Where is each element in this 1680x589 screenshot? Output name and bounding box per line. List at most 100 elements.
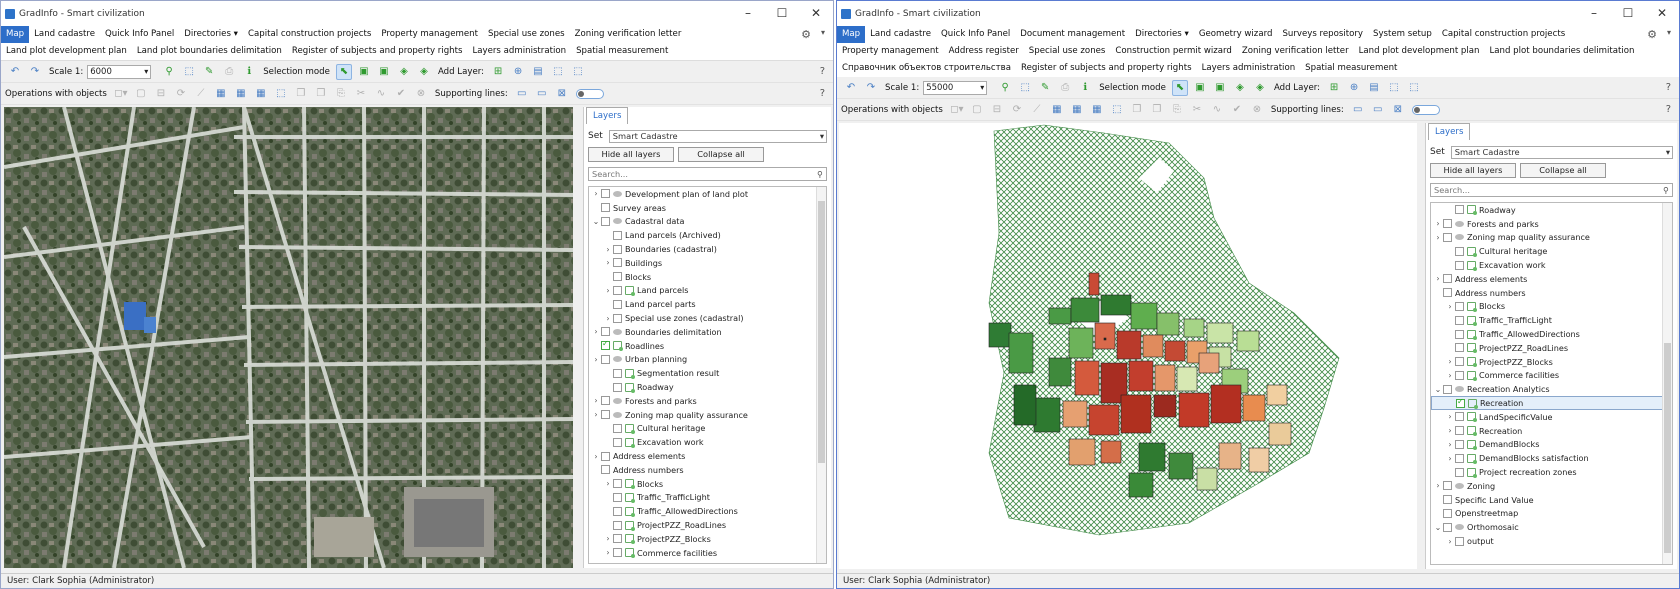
layer-visibility-checkbox[interactable] xyxy=(1455,412,1464,422)
duplicate-icon[interactable]: ❐ xyxy=(313,86,329,102)
menu-item[interactable]: Special use zones xyxy=(1024,43,1111,60)
maximize-icon[interactable]: ☐ xyxy=(765,1,799,26)
accept-icon[interactable]: ✔ xyxy=(1229,102,1245,118)
expand-arrow-icon[interactable]: › xyxy=(591,410,601,419)
close-icon[interactable]: ✕ xyxy=(1645,1,1679,26)
layer-tree-item[interactable]: Land parcels (Archived) xyxy=(589,228,826,242)
tab-layers[interactable]: Layers xyxy=(1428,123,1471,140)
select-rect-icon[interactable]: ▣ xyxy=(1192,80,1208,96)
map-analytics-view[interactable] xyxy=(839,123,1417,569)
layer-visibility-checkbox[interactable] xyxy=(613,479,622,489)
expand-arrow-icon[interactable]: › xyxy=(603,479,613,488)
print-icon[interactable]: ⎙ xyxy=(1057,80,1073,96)
tree-scrollbar[interactable] xyxy=(1662,203,1672,564)
layer-search-icon[interactable]: ⊕ xyxy=(1346,80,1362,96)
layer-visibility-checkbox[interactable] xyxy=(1455,246,1464,256)
line-icon[interactable]: ⟋ xyxy=(1029,102,1045,118)
layer-visibility-checkbox[interactable] xyxy=(1443,232,1452,242)
menu-item[interactable]: Register of subjects and property rights xyxy=(287,43,468,60)
export-icon[interactable]: ⬚ xyxy=(570,64,586,80)
tree-scrollbar[interactable] xyxy=(816,187,826,563)
expand-arrow-icon[interactable]: › xyxy=(1445,537,1455,546)
layer-search-icon[interactable]: ⊕ xyxy=(510,64,526,80)
split-icon[interactable]: ⎘ xyxy=(1169,102,1185,118)
layer-visibility-checkbox[interactable] xyxy=(1455,301,1464,311)
expand-arrow-icon[interactable]: › xyxy=(1445,426,1455,435)
menu-item[interactable]: Construction permit wizard xyxy=(1110,43,1236,60)
select-clear-icon[interactable]: ◈ xyxy=(1252,80,1268,96)
menu-item[interactable]: Surveys repository xyxy=(1277,26,1368,43)
collapse-all-button[interactable]: Collapse all xyxy=(678,147,764,162)
layers-search-input[interactable]: Search... ⚲ xyxy=(1430,183,1673,197)
menu-item[interactable]: Capital construction projects xyxy=(1437,26,1570,43)
help-icon[interactable]: ? xyxy=(820,66,825,77)
layer-tree-item[interactable]: › Boundaries delimitation xyxy=(589,325,826,339)
layer-tree-item[interactable]: Segmentation result xyxy=(589,366,826,380)
help-icon[interactable]: ? xyxy=(1666,82,1671,93)
menu-item[interactable]: Map xyxy=(1,26,30,43)
layer-tree-item[interactable]: Traffic_AllowedDirections xyxy=(1431,327,1672,341)
layer-visibility-checkbox[interactable] xyxy=(601,354,610,364)
scrollbar-thumb[interactable] xyxy=(818,201,825,463)
clone-icon[interactable]: ❐ xyxy=(293,86,309,102)
select-layer-icon[interactable]: ◈ xyxy=(1232,80,1248,96)
close-icon[interactable]: ✕ xyxy=(799,1,833,26)
layer-visibility-checkbox[interactable] xyxy=(1443,384,1452,394)
menu-item[interactable]: Land plot boundaries delimitation xyxy=(1485,43,1640,60)
menu-item[interactable]: Spatial measurement xyxy=(571,43,673,60)
layer-tree-item[interactable]: › LandSpecificValue xyxy=(1431,410,1672,424)
hide-all-layers-button[interactable]: Hide all layers xyxy=(588,147,674,162)
expand-arrow-icon[interactable]: › xyxy=(1445,454,1455,463)
layer-tree-item[interactable]: › DemandBlocks xyxy=(1431,438,1672,452)
layer-visibility-checkbox[interactable] xyxy=(1443,274,1452,284)
layer-visibility-checkbox[interactable] xyxy=(1443,481,1452,491)
trend-icon[interactable]: ∿ xyxy=(1209,102,1225,118)
expand-arrow-icon[interactable]: › xyxy=(1445,440,1455,449)
expand-arrow-icon[interactable]: › xyxy=(591,355,601,364)
layer-tree-item[interactable]: Excavation work xyxy=(589,435,826,449)
select-clear-icon[interactable]: ◈ xyxy=(416,64,432,80)
layer-visibility-checkbox[interactable] xyxy=(1455,453,1464,463)
expand-arrow-icon[interactable]: › xyxy=(1445,357,1455,366)
layer-tree-item[interactable]: › Address elements xyxy=(1431,272,1672,286)
save-icon[interactable]: ▦ xyxy=(1089,102,1105,118)
layer-visibility-checkbox[interactable] xyxy=(613,368,622,378)
menu-item[interactable]: Quick Info Panel xyxy=(936,26,1015,43)
layer-tree-item[interactable]: › Blocks xyxy=(1431,300,1672,314)
layer-tree-item[interactable]: Roadlines xyxy=(589,339,826,353)
print-icon[interactable]: ⎙ xyxy=(221,64,237,80)
expand-arrow-icon[interactable]: › xyxy=(603,258,613,267)
layer-visibility-checkbox[interactable] xyxy=(1455,260,1464,270)
expand-arrow-icon[interactable]: ⌄ xyxy=(1433,385,1443,394)
gear-icon[interactable]: ⚙ xyxy=(801,28,811,41)
menu-item[interactable]: Справочник объектов строительства xyxy=(837,60,1016,77)
layer-tree-item[interactable]: ⌄ Recreation Analytics xyxy=(1431,382,1672,396)
expand-arrow-icon[interactable]: ⌄ xyxy=(591,217,601,226)
scrollbar-thumb[interactable] xyxy=(1664,343,1671,553)
layer-tree-item[interactable]: ProjectPZZ_RoadLines xyxy=(1431,341,1672,355)
layer-visibility-checkbox[interactable] xyxy=(613,520,622,530)
menu-item[interactable]: Land plot development plan xyxy=(1354,43,1485,60)
layer-tree-item[interactable]: ⌄ Cadastral data xyxy=(589,215,826,229)
layer-visibility-checkbox[interactable] xyxy=(613,382,622,392)
layer-visibility-checkbox[interactable] xyxy=(1455,205,1464,215)
layer-visibility-checkbox[interactable] xyxy=(613,299,622,309)
layer-tree-item[interactable]: › ProjectPZZ_Blocks xyxy=(1431,355,1672,369)
layer-visibility-checkbox[interactable] xyxy=(601,203,610,213)
layer-visibility-checkbox[interactable] xyxy=(613,534,622,544)
select-rect-icon[interactable]: ▣ xyxy=(356,64,372,80)
export-icon[interactable]: ⬚ xyxy=(1406,80,1422,96)
pencil-icon[interactable]: ✎ xyxy=(1037,80,1053,96)
layer-tree-item[interactable]: › Commerce facilities xyxy=(589,546,826,560)
undo-icon[interactable]: ↶ xyxy=(7,64,23,80)
minimize-icon[interactable]: – xyxy=(1577,1,1611,26)
layer-tree-item[interactable]: Traffic_AllowedDirections xyxy=(589,504,826,518)
layer-tree-item[interactable]: › Urban planning xyxy=(589,353,826,367)
expand-arrow-icon[interactable]: › xyxy=(1445,412,1455,421)
expand-arrow-icon[interactable]: ⌄ xyxy=(1433,523,1443,532)
menu-item[interactable]: Map xyxy=(837,26,866,43)
layer-tree-item[interactable]: › Buildings xyxy=(589,256,826,270)
set-select[interactable]: Smart Cadastre xyxy=(1450,145,1673,159)
expand-arrow-icon[interactable]: › xyxy=(1433,233,1443,242)
layer-tree-item[interactable]: › DemandBlocks satisfaction xyxy=(1431,451,1672,465)
